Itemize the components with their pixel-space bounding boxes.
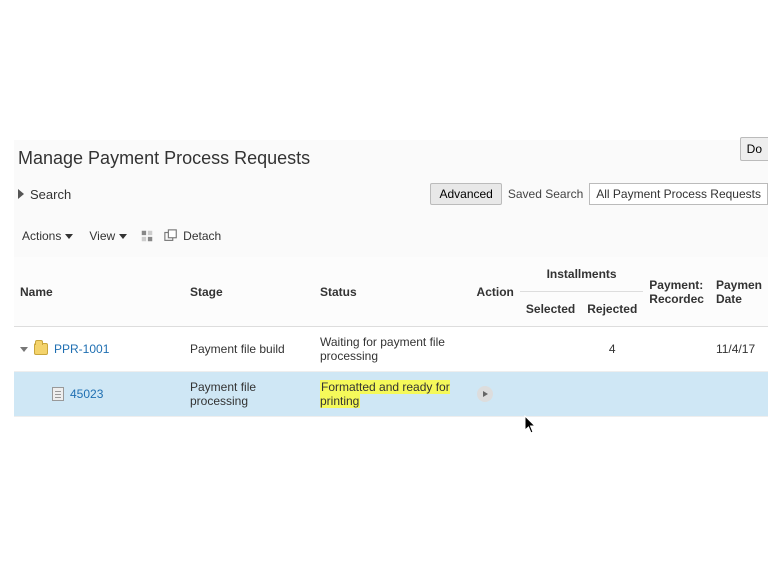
- detach-button[interactable]: Detach: [163, 228, 221, 244]
- document-icon: [52, 387, 64, 401]
- requests-table: Name Stage Status Action Installments Pa…: [14, 257, 768, 417]
- cell-inst-rejected: 4: [581, 327, 643, 372]
- cell-inst-rejected: [581, 372, 643, 417]
- table-header: Name Stage Status Action Installments Pa…: [14, 257, 768, 327]
- go-action-icon[interactable]: [477, 386, 493, 402]
- search-collapse-toggle[interactable]: Search: [18, 187, 71, 202]
- col-action[interactable]: Action: [471, 257, 520, 327]
- view-menu[interactable]: View: [85, 227, 131, 245]
- cell-pay-recorded: [643, 372, 710, 417]
- advanced-search-button[interactable]: Advanced: [430, 183, 501, 205]
- chevron-down-icon: [119, 234, 127, 239]
- table-row[interactable]: 45023 Payment file processing Formatted …: [14, 372, 768, 417]
- cell-action: [471, 327, 520, 372]
- saved-search-label: Saved Search: [508, 187, 583, 201]
- caret-right-icon: [18, 189, 24, 199]
- detach-icon: [163, 228, 179, 244]
- saved-search-select[interactable]: All Payment Process Requests: [589, 183, 768, 205]
- cell-status: Waiting for payment file processing: [314, 327, 471, 372]
- cell-inst-selected: [520, 327, 581, 372]
- cell-status: Formatted and ready for printing: [314, 372, 471, 417]
- detach-label: Detach: [183, 229, 221, 243]
- search-bar: Search Advanced Saved Search All Payment…: [14, 181, 768, 211]
- cell-pay-recorded: [643, 327, 710, 372]
- expand-caret-icon[interactable]: [20, 347, 28, 352]
- col-inst-rejected[interactable]: Rejected: [581, 292, 643, 327]
- table-toolbar: Actions View Detach: [14, 211, 768, 251]
- request-name-link[interactable]: PPR-1001: [54, 342, 109, 356]
- search-controls: Advanced Saved Search All Payment Proces…: [430, 183, 768, 205]
- col-pay-date[interactable]: Paymen Date: [710, 257, 768, 327]
- cell-stage: Payment file build: [184, 327, 314, 372]
- cell-action: [471, 372, 520, 417]
- mouse-cursor-icon: [524, 415, 538, 435]
- file-name-link[interactable]: 45023: [70, 387, 103, 401]
- actions-menu[interactable]: Actions: [18, 227, 77, 245]
- format-icon[interactable]: [139, 228, 155, 244]
- page-title: Manage Payment Process Requests: [14, 140, 768, 181]
- page-root: Do Manage Payment Process Requests Searc…: [0, 0, 768, 576]
- cell-pay-date: 11/4/17: [710, 327, 768, 372]
- highlighted-status: Formatted and ready for printing: [320, 380, 450, 408]
- content-region: Do Manage Payment Process Requests Searc…: [14, 140, 768, 417]
- col-pay-recorded[interactable]: Payment: Recordec: [643, 257, 710, 327]
- cell-inst-selected: [520, 372, 581, 417]
- col-stage[interactable]: Stage: [184, 257, 314, 327]
- col-installments[interactable]: Installments: [520, 257, 643, 292]
- actions-menu-label: Actions: [22, 229, 61, 243]
- chevron-down-icon: [65, 234, 73, 239]
- col-inst-selected[interactable]: Selected: [520, 292, 581, 327]
- col-name[interactable]: Name: [14, 257, 184, 327]
- table-row[interactable]: PPR-1001 Payment file build Waiting for …: [14, 327, 768, 372]
- folder-icon: [34, 343, 48, 355]
- view-menu-label: View: [89, 229, 115, 243]
- done-button[interactable]: Do: [740, 137, 768, 161]
- search-label: Search: [30, 187, 71, 202]
- cell-stage: Payment file processing: [184, 372, 314, 417]
- col-status[interactable]: Status: [314, 257, 471, 327]
- cell-pay-date: [710, 372, 768, 417]
